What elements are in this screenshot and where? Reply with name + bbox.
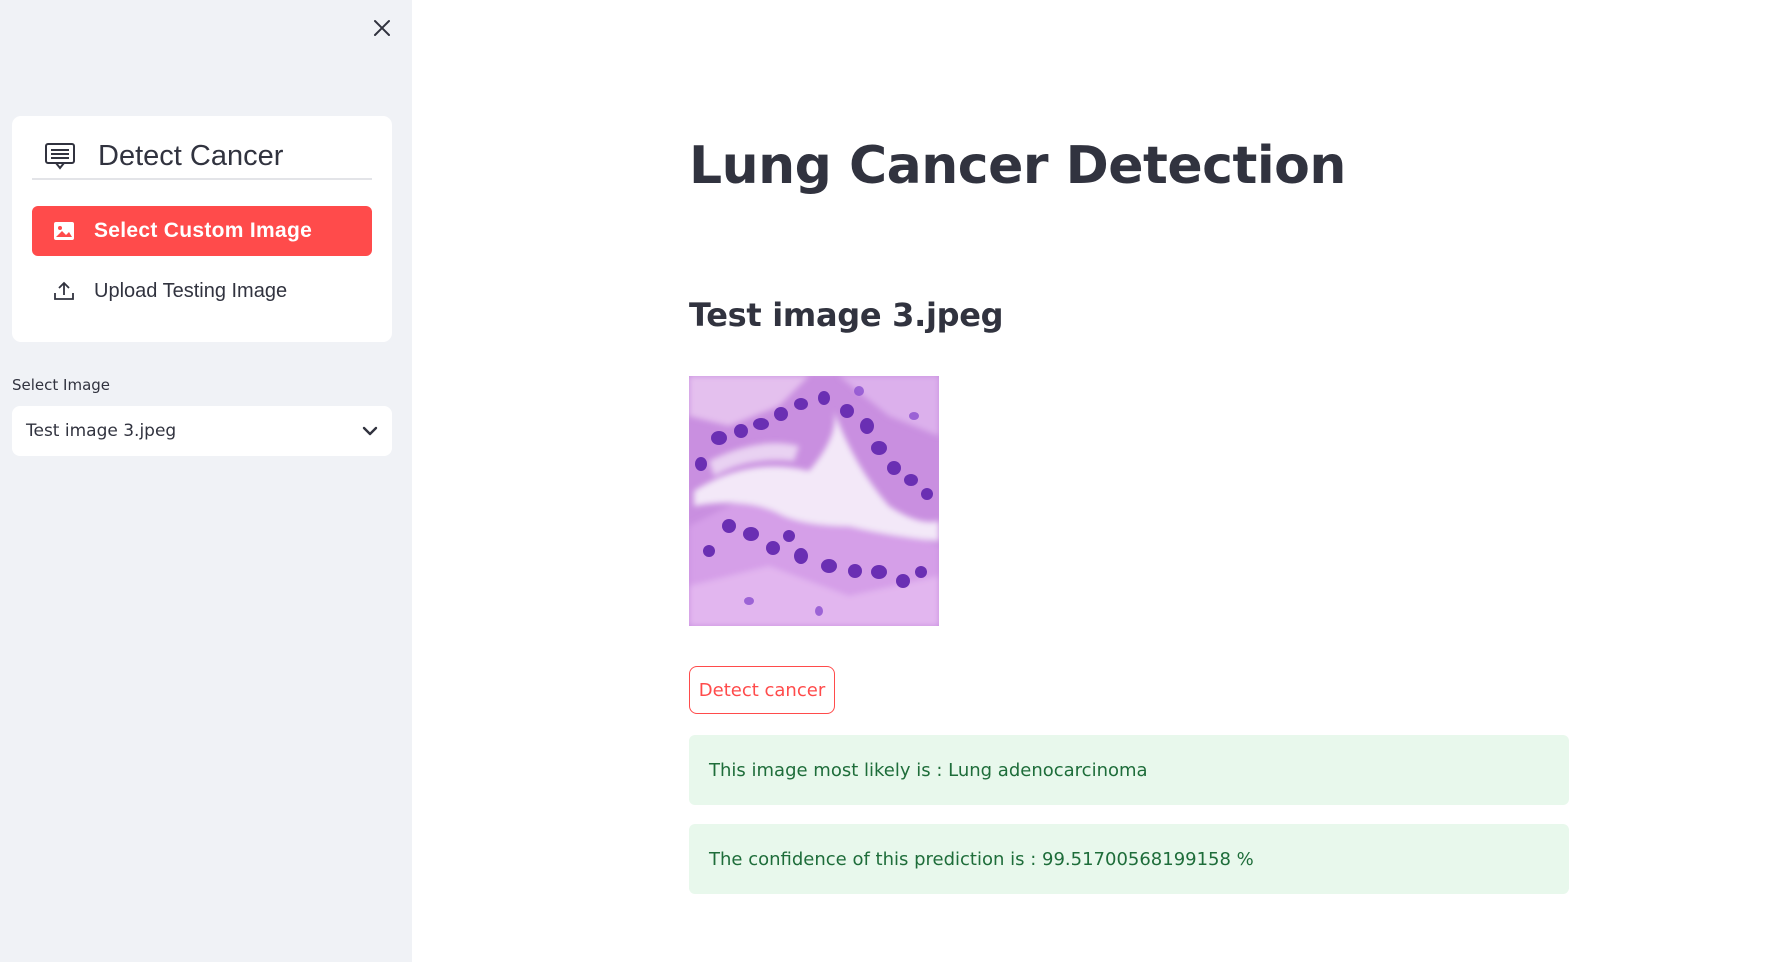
menu-card-icon: [44, 141, 78, 171]
select-image-dropdown[interactable]: Test image 3.jpeg: [12, 406, 392, 456]
page-title: Lung Cancer Detection: [689, 136, 1346, 196]
prediction-result-alert: This image most likely is : Lung adenoca…: [689, 735, 1569, 805]
image-icon: [52, 219, 76, 243]
menu-item-label: Select Custom Image: [94, 219, 313, 242]
menu-item-select-custom-image[interactable]: Select Custom Image: [32, 206, 372, 256]
close-sidebar-button[interactable]: [368, 14, 396, 42]
menu-item-upload-testing-image[interactable]: Upload Testing Image: [32, 266, 372, 316]
select-image-value: Test image 3.jpeg: [26, 421, 177, 441]
sidebar: Detect Cancer Select Custom Image Upload…: [0, 0, 412, 962]
select-image-label: Select Image: [12, 376, 111, 394]
menu-item-label: Upload Testing Image: [94, 279, 288, 302]
upload-icon: [52, 279, 76, 303]
menu-header: Detect Cancer: [32, 134, 372, 180]
main-content: Lung Cancer Detection Test image 3.jpeg: [412, 0, 1788, 962]
detect-cancer-button[interactable]: Detect cancer: [689, 666, 835, 714]
app-window: Detect Cancer Select Custom Image Upload…: [0, 0, 1788, 962]
image-title: Test image 3.jpeg: [689, 296, 1004, 334]
option-menu: Detect Cancer Select Custom Image Upload…: [12, 116, 392, 342]
close-icon: [374, 20, 390, 36]
confidence-result-alert: The confidence of this prediction is : 9…: [689, 824, 1569, 894]
chevron-down-icon: [362, 426, 378, 436]
histology-image: [689, 376, 939, 626]
menu-title: Detect Cancer: [98, 139, 284, 172]
